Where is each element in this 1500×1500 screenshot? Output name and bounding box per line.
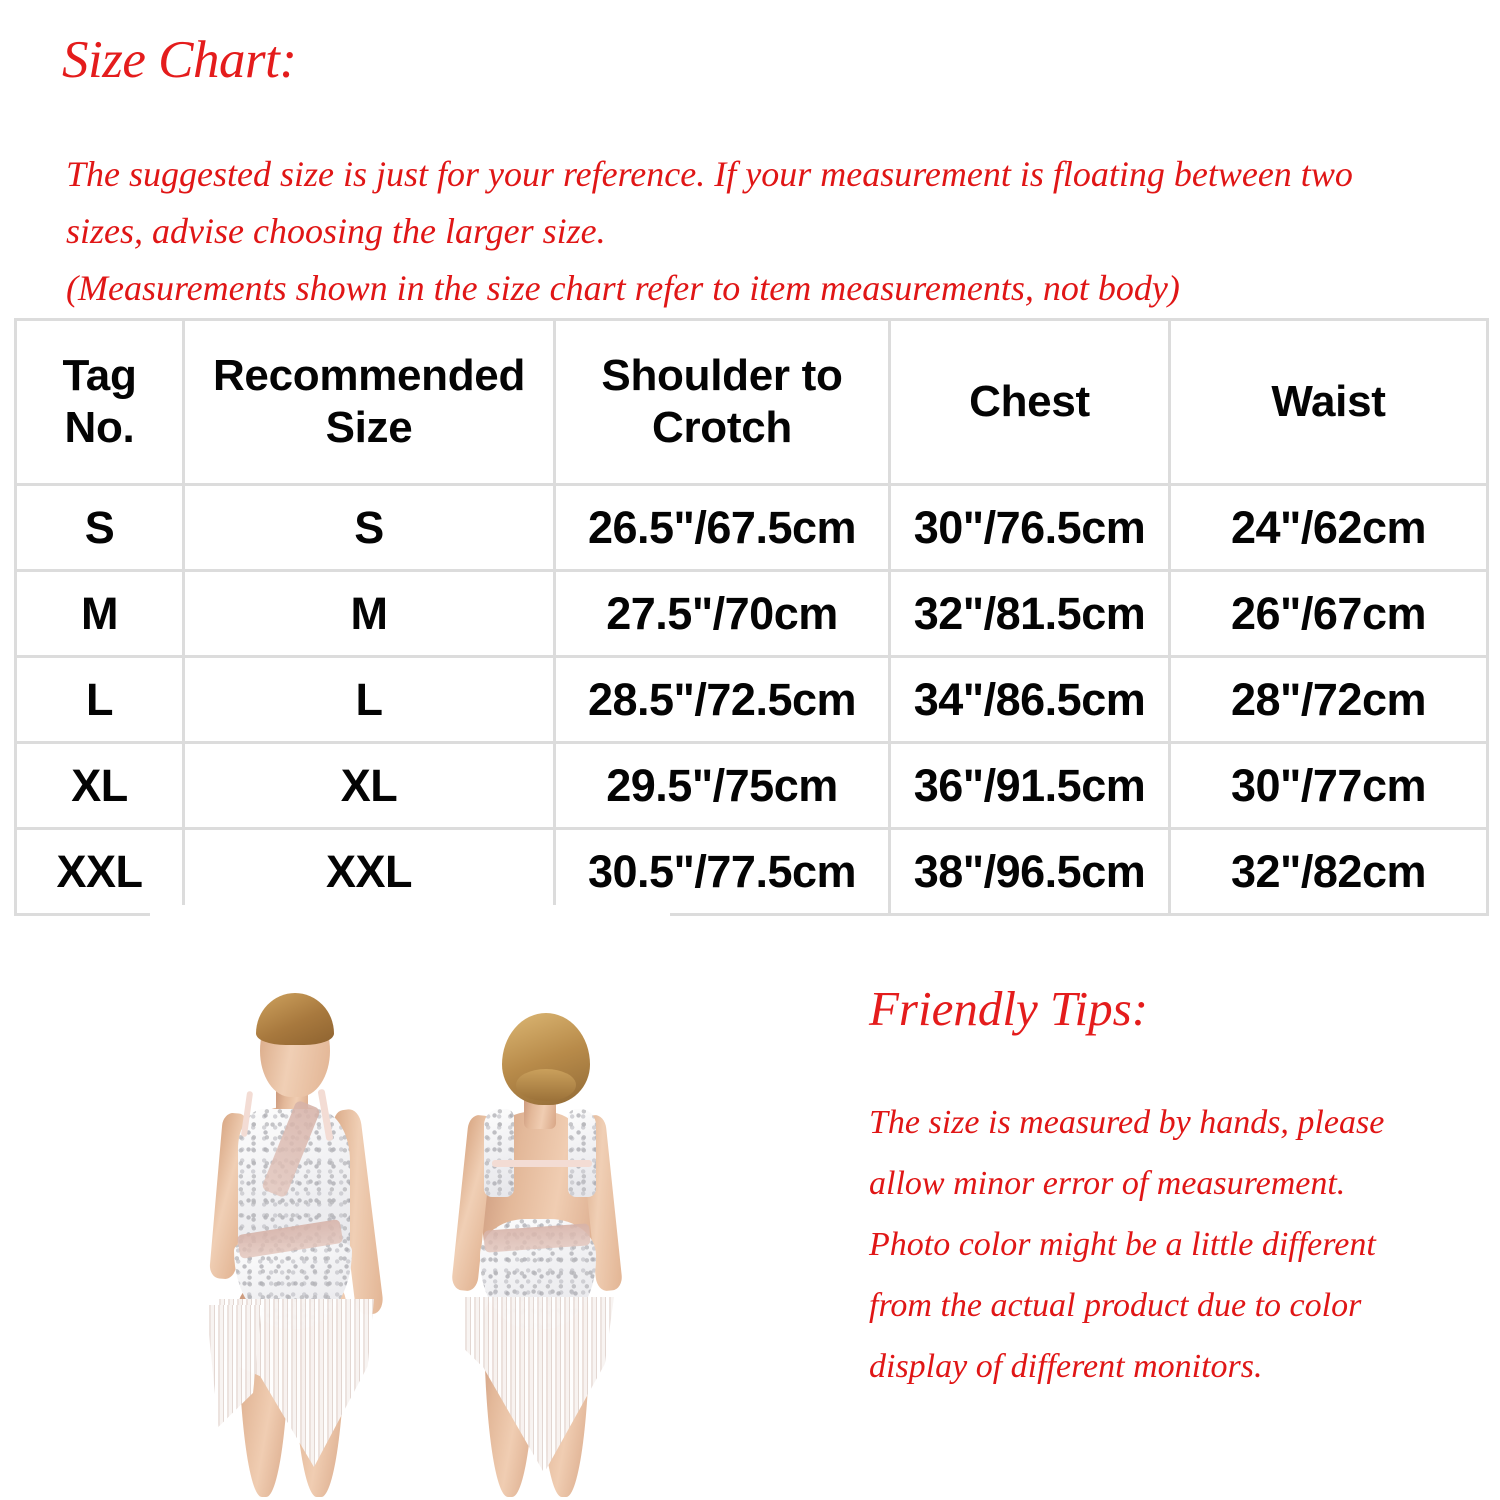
leotard-shoulder-right: [568, 1109, 596, 1197]
column-header-chest: Chest: [888, 318, 1171, 486]
model-front-view: [172, 907, 410, 1497]
cell-recommended-size: M: [182, 569, 556, 658]
cell-tag-no: XL: [14, 741, 185, 830]
tips-line-1: The size is measured by hands, please: [869, 1104, 1385, 1141]
cell-chest: 32"/81.5cm: [888, 569, 1171, 658]
table-row: XL XL 29.5"/75cm 36"/91.5cm 30"/77cm: [14, 741, 1489, 830]
table-header-row: Tag No. Recommended Size Shoulder to Cro…: [14, 318, 1489, 486]
cell-recommended-size: XL: [182, 741, 556, 830]
cell-shoulder-to-crotch: 29.5"/75cm: [553, 741, 891, 830]
cell-shoulder-to-crotch: 26.5"/67.5cm: [553, 483, 891, 572]
table-row: S S 26.5"/67.5cm 30"/76.5cm 24"/62cm: [14, 483, 1489, 572]
header-line-1: Shoulder to: [601, 351, 843, 400]
tips-line-5: display of different monitors.: [869, 1348, 1263, 1385]
header-line-2: Crotch: [652, 403, 792, 452]
column-header-shoulder-to-crotch: Shoulder to Crotch: [553, 318, 891, 486]
cell-waist: 24"/62cm: [1168, 483, 1489, 572]
cell-recommended-size: L: [182, 655, 556, 744]
size-chart-table: Tag No. Recommended Size Shoulder to Cro…: [14, 318, 1489, 916]
column-header-waist: Waist: [1168, 318, 1489, 486]
cell-tag-no: M: [14, 569, 185, 658]
intro-text: The suggested size is just for your refe…: [66, 146, 1466, 317]
cell-chest: 38"/96.5cm: [888, 827, 1171, 916]
model-hair: [256, 993, 334, 1045]
cell-chest: 30"/76.5cm: [888, 483, 1171, 572]
header-line-2: Size: [325, 403, 413, 452]
column-header-tag-no: Tag No.: [14, 318, 185, 486]
cell-recommended-size: XXL: [182, 827, 556, 916]
leotard-back-strap: [492, 1160, 592, 1167]
tips-line-4: from the actual product due to color: [869, 1287, 1362, 1324]
friendly-tips-text: The size is measured by hands, please al…: [869, 1092, 1479, 1397]
tips-line-3: Photo color might be a little different: [869, 1226, 1376, 1263]
cell-waist: 28"/72cm: [1168, 655, 1489, 744]
intro-line-1: The suggested size is just for your refe…: [66, 154, 1353, 194]
header-line-1: Tag: [62, 351, 137, 400]
cell-tag-no: XXL: [14, 827, 185, 916]
model-hair-bun: [516, 1069, 576, 1101]
tips-line-2: allow minor error of measurement.: [869, 1165, 1346, 1202]
intro-line-3: (Measurements shown in the size chart re…: [66, 268, 1180, 308]
header-line-1: Recommended: [212, 351, 526, 400]
page-title: Size Chart:: [62, 31, 297, 89]
header-line-2: No.: [64, 403, 135, 452]
table-row: XXL XXL 30.5"/77.5cm 38"/96.5cm 32"/82cm: [14, 827, 1489, 916]
cell-tag-no: S: [14, 483, 185, 572]
cell-waist: 30"/77cm: [1168, 741, 1489, 830]
friendly-tips-title: Friendly Tips:: [869, 981, 1149, 1036]
intro-line-2: sizes, advise choosing the larger size.: [66, 211, 606, 251]
cell-waist: 26"/67cm: [1168, 569, 1489, 658]
cell-chest: 34"/86.5cm: [888, 655, 1171, 744]
column-header-recommended-size: Recommended Size: [182, 318, 556, 486]
table-row: M M 27.5"/70cm 32"/81.5cm 26"/67cm: [14, 569, 1489, 658]
cell-shoulder-to-crotch: 30.5"/77.5cm: [553, 827, 891, 916]
model-back-view: [422, 917, 648, 1497]
cell-tag-no: L: [14, 655, 185, 744]
header-line-1: Chest: [969, 377, 1090, 426]
leotard-shoulder-left: [484, 1109, 514, 1197]
cell-waist: 32"/82cm: [1168, 827, 1489, 916]
cell-chest: 36"/91.5cm: [888, 741, 1171, 830]
cell-recommended-size: S: [182, 483, 556, 572]
header-line-1: Waist: [1271, 377, 1386, 426]
size-chart-table-container: Tag No. Recommended Size Shoulder to Cro…: [14, 318, 1489, 916]
cell-shoulder-to-crotch: 27.5"/70cm: [553, 569, 891, 658]
product-photo: [150, 905, 670, 1497]
table-row: L L 28.5"/72.5cm 34"/86.5cm 28"/72cm: [14, 655, 1489, 744]
cell-shoulder-to-crotch: 28.5"/72.5cm: [553, 655, 891, 744]
